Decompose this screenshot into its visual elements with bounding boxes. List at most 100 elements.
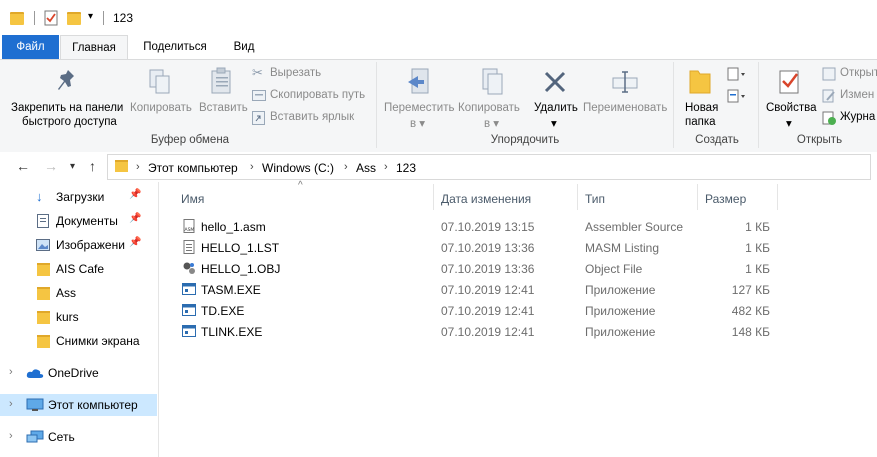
sidebar-item-kurs[interactable]: kurs [0, 306, 157, 328]
sidebar-item-ass[interactable]: Ass [0, 282, 157, 304]
recent-locations-icon[interactable]: ▾ [70, 161, 75, 172]
chevron-right-icon[interactable]: › [344, 161, 348, 173]
delete-button[interactable]: Удалить ▾ [529, 62, 581, 132]
pin-icon[interactable]: 📌 [129, 213, 141, 224]
rename-icon [612, 71, 638, 93]
history-button[interactable]: Журна [820, 109, 877, 127]
file-size: 127 КБ [731, 283, 770, 297]
open-button[interactable]: Открыт [820, 65, 877, 83]
table-row[interactable]: TASM.EXE 07.10.2019 12:41 Приложение 127… [174, 279, 784, 300]
breadcrumb-123[interactable]: 123 [396, 161, 416, 175]
column-divider[interactable] [777, 184, 778, 210]
customize-toolbar-icon[interactable]: ▾ [88, 11, 93, 22]
separator [103, 11, 104, 25]
pin-label-line2: быстрого доступа [22, 116, 117, 128]
edit-button[interactable]: Измен [820, 87, 877, 105]
column-divider[interactable] [577, 184, 578, 210]
delete-icon [544, 71, 566, 93]
cloud-icon [26, 369, 44, 378]
new-folder-label-2: папка [685, 116, 716, 128]
file-size: 1 КБ [745, 220, 770, 234]
copy-path-button[interactable]: Скопировать путь [250, 87, 375, 105]
new-folder-quick-icon[interactable] [67, 12, 81, 25]
folder-icon [37, 263, 50, 276]
paste-label: Вставить [199, 102, 248, 114]
move-to-button[interactable]: Переместить в ▾ [380, 62, 454, 132]
table-row[interactable]: TLINK.EXE 07.10.2019 12:41 Приложение 14… [174, 321, 784, 342]
cut-button[interactable]: ✂ Вырезать [250, 65, 375, 83]
breadcrumb-drive[interactable]: Windows (C:) [262, 161, 334, 175]
delete-dropdown-icon[interactable]: ▾ [551, 116, 557, 130]
address-bar[interactable]: › Этот компьютер › Windows (C:) › Ass › … [107, 154, 871, 180]
chevron-right-icon[interactable]: › [9, 430, 13, 442]
copy-to-button[interactable]: Копировать в ▾ [455, 62, 527, 132]
sidebar-item-pictures[interactable]: Изображени 📌 [0, 234, 157, 256]
ribbon-separator [673, 62, 674, 148]
delete-label: Удалить [534, 102, 578, 114]
table-row[interactable]: HELLO_1.LST 07.10.2019 13:36 MASM Listin… [174, 237, 784, 258]
object-file-icon [183, 262, 195, 274]
table-row[interactable]: HELLO_1.OBJ 07.10.2019 13:36 Object File… [174, 258, 784, 279]
tab-home[interactable]: Главная [60, 35, 128, 60]
pin-to-quick-access-button[interactable]: Закрепить на панели быстрого доступа [4, 62, 130, 132]
file-size: 1 КБ [745, 241, 770, 255]
up-arrow-icon[interactable]: ↑ [89, 158, 96, 174]
chevron-right-icon[interactable]: › [136, 161, 140, 173]
column-header-size[interactable]: Размер [705, 192, 746, 206]
properties-button[interactable]: Свойства ▾ [762, 62, 818, 132]
easy-access-button[interactable] [726, 88, 750, 104]
breadcrumb-ass[interactable]: Ass [356, 161, 376, 175]
properties-dropdown-icon[interactable]: ▾ [786, 116, 792, 130]
copy-button[interactable]: Копировать [128, 62, 196, 132]
table-row[interactable]: ASM hello_1.asm 07.10.2019 13:15 Assembl… [174, 216, 784, 237]
back-arrow-icon[interactable]: ← [16, 158, 30, 174]
tab-view[interactable]: Вид [224, 35, 264, 59]
move-to-icon [408, 68, 429, 94]
paste-button[interactable]: Вставить [195, 62, 249, 132]
sidebar-item-ais-cafe[interactable]: AIS Cafe [0, 258, 157, 280]
group-label-open: Открыть [796, 134, 843, 146]
file-date: 07.10.2019 12:41 [441, 283, 535, 297]
sidebar-item-label: Изображени [56, 238, 125, 252]
new-item-button[interactable] [726, 66, 750, 82]
sidebar-item-onedrive[interactable]: › OneDrive [0, 362, 157, 384]
column-header-date[interactable]: Дата изменения [441, 192, 531, 206]
file-type: Приложение [585, 304, 656, 318]
tab-file[interactable]: Файл [2, 35, 59, 59]
ribbon-separator [376, 62, 377, 148]
file-name: TD.EXE [201, 304, 245, 318]
rename-label: Переименовать [583, 102, 668, 114]
sidebar-item-network[interactable]: › Сеть [0, 426, 157, 448]
file-size: 1 КБ [745, 262, 770, 276]
properties-quick-icon[interactable] [44, 10, 58, 26]
sidebar-item-label: Этот компьютер [48, 398, 138, 412]
file-list: ^ Имя Дата изменения Тип Размер ASM hell… [160, 180, 877, 457]
column-divider[interactable] [433, 184, 434, 210]
column-header-type[interactable]: Тип [585, 192, 605, 206]
open-icon [822, 67, 836, 81]
chevron-right-icon[interactable]: › [250, 161, 254, 173]
new-folder-button[interactable]: Новая папка [678, 62, 728, 132]
file-name: HELLO_1.OBJ [201, 262, 281, 276]
forward-arrow-icon[interactable]: → [44, 158, 58, 174]
ribbon-tabs: Файл Главная Поделиться Вид [0, 35, 877, 60]
chevron-right-icon[interactable]: › [9, 398, 13, 410]
breadcrumb-this-pc[interactable]: Этот компьютер [148, 161, 238, 175]
table-row[interactable]: TD.EXE 07.10.2019 12:41 Приложение 482 К… [174, 300, 784, 321]
sidebar-item-label: Документы [56, 214, 118, 228]
sidebar-item-downloads[interactable]: ↓ Загрузки 📌 [0, 186, 157, 208]
chevron-right-icon[interactable]: › [384, 161, 388, 173]
pin-icon[interactable]: 📌 [129, 237, 141, 248]
sidebar-item-this-pc[interactable]: › Этот компьютер [0, 394, 157, 416]
column-divider[interactable] [697, 184, 698, 210]
column-header-name[interactable]: Имя [181, 192, 204, 206]
paste-shortcut-button[interactable]: Вставить ярлык [250, 109, 375, 127]
pin-icon[interactable]: 📌 [129, 189, 141, 200]
sidebar-item-screenshots[interactable]: Снимки экрана [0, 330, 157, 352]
properties-label: Свойства [766, 102, 817, 114]
group-label-clipboard: Буфер обмена [150, 134, 230, 146]
sidebar-item-documents[interactable]: Документы 📌 [0, 210, 157, 232]
chevron-right-icon[interactable]: › [9, 366, 13, 378]
rename-button[interactable]: Переименовать [581, 62, 669, 132]
tab-share[interactable]: Поделиться [136, 35, 214, 59]
